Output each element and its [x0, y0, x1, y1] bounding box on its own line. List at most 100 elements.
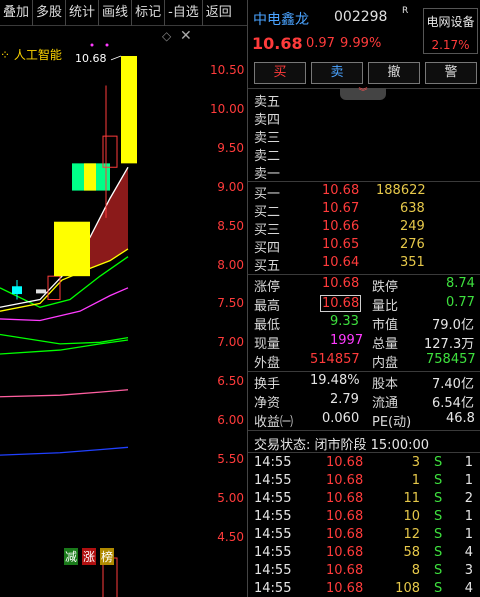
tick-row: 14:55 10.68 3 S 1 [248, 455, 480, 473]
eps-value: 0.060 [322, 411, 360, 426]
outer-volume-value: 514857 [310, 352, 360, 367]
turnover-value: 19.48% [310, 373, 360, 388]
buy-button[interactable]: 买 [254, 62, 306, 84]
dot [105, 43, 109, 47]
bid-label: 买五 [254, 259, 281, 274]
price-axis-label: 6.00 [217, 413, 244, 428]
tick-price: 10.68 [326, 455, 364, 470]
tick-row: 14:55 10.68 58 S 4 [248, 545, 480, 563]
price-change-pct: 9.99% [340, 36, 382, 51]
tick-row: 14:55 10.68 12 S 1 [248, 527, 480, 545]
tick-count: 1 [464, 473, 473, 488]
tick-price: 10.68 [326, 545, 364, 560]
tick-side: S [434, 509, 443, 524]
candle [84, 163, 96, 191]
tick-time: 14:55 [254, 509, 292, 524]
price-axis-label: 7.00 [217, 335, 244, 350]
price-axis-label: 4.50 [217, 529, 244, 544]
tick-side: S [434, 455, 443, 470]
stat-row: 现量 1997 总量 127.3万 [248, 333, 480, 352]
tick-price: 10.68 [326, 527, 364, 542]
price-axis-label: 8.50 [217, 218, 244, 233]
eps-label: 收益㈠ [254, 415, 294, 430]
bid-row: 买四 10.65 276 [248, 237, 480, 256]
bid-price: 10.68 [322, 183, 360, 198]
limit-up-value: 10.68 [322, 276, 360, 291]
badge-list[interactable]: 榜 [100, 548, 115, 565]
stock-code: 002298 [334, 9, 388, 25]
bid-price: 10.67 [322, 201, 360, 216]
divider [248, 371, 480, 372]
candle [102, 135, 118, 168]
close-icon[interactable]: ✕ [180, 28, 192, 44]
total-volume-value: 127.3万 [424, 337, 475, 352]
toolbar-back-button[interactable]: 返回 [203, 0, 235, 26]
turnover-label: 换手 [254, 377, 281, 392]
sector-box[interactable]: 电网设备 2.17% [423, 8, 478, 54]
badge-reduce[interactable]: 减 [64, 548, 79, 565]
bid-row: 买五 10.64 351 [248, 255, 480, 274]
toolbar-overlay-button[interactable]: 叠加 [0, 0, 34, 26]
cancel-order-button[interactable]: 撤 [368, 62, 420, 84]
tick-count: 1 [464, 509, 473, 524]
toolbar-draw-line-button[interactable]: 画线 [99, 0, 133, 26]
tick-row: 14:55 10.68 1 S 1 [248, 473, 480, 491]
badge-rise[interactable]: 涨 [82, 548, 97, 565]
toolbar-multi-stock-button[interactable]: 多股 [33, 0, 67, 26]
tick-side: S [434, 581, 443, 596]
price-axis-label: 8.00 [217, 257, 244, 272]
stat-row: 净资 2.79 流通 6.54亿 [248, 392, 480, 411]
low-label: 最低 [254, 318, 281, 333]
toolbar-remove-watchlist-button[interactable]: -自选 [165, 0, 203, 26]
divider [248, 274, 480, 275]
tick-time: 14:55 [254, 455, 292, 470]
tick-row: 14:55 10.68 10 S 1 [248, 509, 480, 527]
tick-volume: 1 [411, 473, 420, 488]
net-assets-label: 净资 [254, 396, 281, 411]
bid-row: 买二 10.67 638 [248, 201, 480, 220]
sector-pct: 2.17% [431, 38, 470, 52]
ask-label: 卖五 [254, 95, 281, 110]
bid-volume: 188622 [376, 183, 426, 198]
inner-volume-label: 内盘 [372, 356, 399, 371]
ma-line [0, 339, 129, 355]
tick-side: S [434, 473, 443, 488]
badge-group: 减 涨 榜 [64, 548, 115, 565]
margin-flag: R [402, 6, 409, 16]
sell-button[interactable]: 卖 [311, 62, 363, 84]
bid-row: 买一 10.68 188622 [248, 183, 480, 202]
tick-count: 1 [464, 527, 473, 542]
current-volume-value: 1997 [330, 333, 364, 348]
divider [248, 452, 480, 453]
volume-ratio-label: 量比 [372, 299, 399, 314]
tick-volume: 11 [403, 491, 420, 506]
tick-volume: 10 [403, 509, 420, 524]
toolbar-statistics-button[interactable]: 统计 [66, 0, 100, 26]
tick-count: 2 [464, 491, 473, 506]
bid-price: 10.66 [322, 219, 360, 234]
stat-row: 换手 19.48% 股本 7.40亿 [248, 373, 480, 392]
toolbar-mark-button[interactable]: 标记 [132, 0, 166, 26]
alert-button[interactable]: 警 [425, 62, 477, 84]
price-axis-label: 5.00 [217, 490, 244, 505]
bid-label: 买二 [254, 205, 281, 220]
float-shares-label: 流通 [372, 396, 399, 411]
ask-row: 卖一 [248, 163, 480, 182]
chart-toolbar: 叠加 多股 统计 画线 标记 -自选 返回 [0, 0, 247, 26]
total-shares-label: 股本 [372, 377, 399, 392]
low-value: 9.33 [330, 314, 359, 329]
ask-label: 卖三 [254, 131, 281, 146]
divider [248, 430, 480, 431]
diamond-icon[interactable]: ◇ [162, 29, 171, 43]
tick-side: S [434, 491, 443, 506]
bid-label: 买一 [254, 187, 281, 202]
price-axis-label: 6.50 [217, 374, 244, 389]
tick-count: 1 [464, 455, 473, 470]
bid-price: 10.65 [322, 237, 360, 252]
pe-value: 46.8 [446, 411, 475, 426]
stock-name[interactable]: 中电鑫龙 [253, 9, 309, 29]
tick-time: 14:55 [254, 545, 292, 560]
price-axis-label: 9.50 [217, 140, 244, 155]
candle [36, 289, 46, 294]
price-axis-label: 10.50 [210, 63, 245, 77]
